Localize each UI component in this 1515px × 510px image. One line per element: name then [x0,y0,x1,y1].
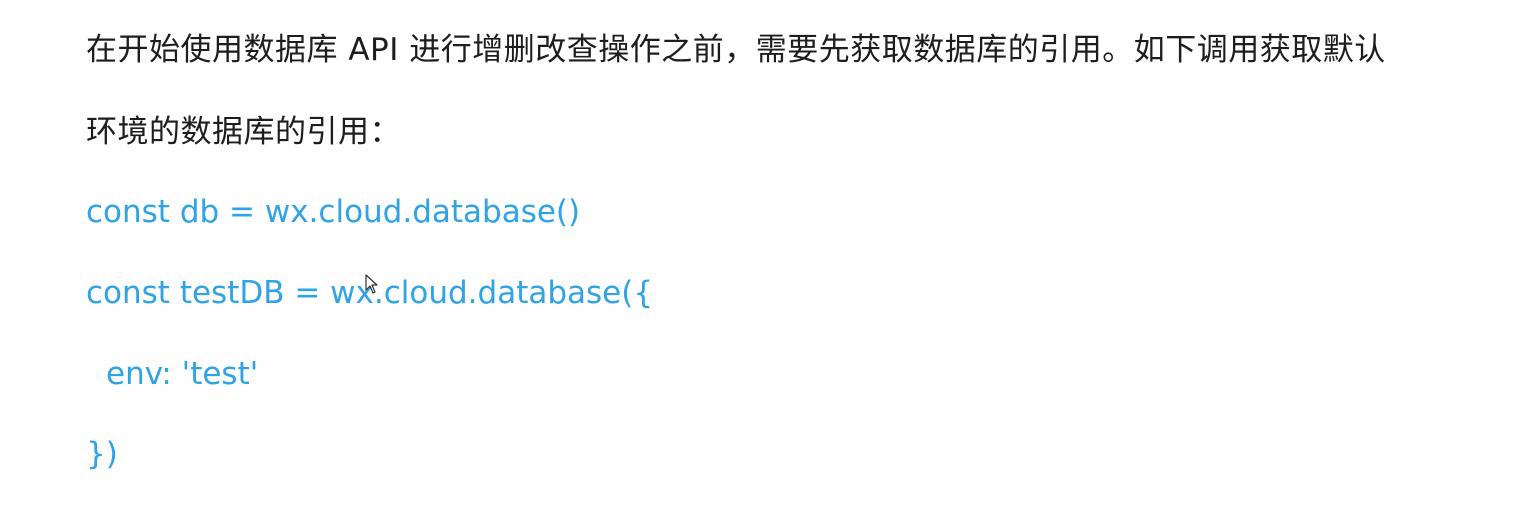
mouse-pointer-icon [365,274,378,294]
code-line-3: env: 'test' [106,356,259,392]
intro-paragraph-line-2: 环境的数据库的引用： [86,114,401,150]
code-line-1: const db = wx.cloud.database() [86,194,581,230]
document-page: 在开始使用数据库 API 进行增删改查操作之前，需要先获取数据库的引用。如下调用… [0,0,1515,510]
code-line-4: }) [86,436,118,472]
intro-paragraph-line-1: 在开始使用数据库 API 进行增删改查操作之前，需要先获取数据库的引用。如下调用… [86,32,1386,68]
